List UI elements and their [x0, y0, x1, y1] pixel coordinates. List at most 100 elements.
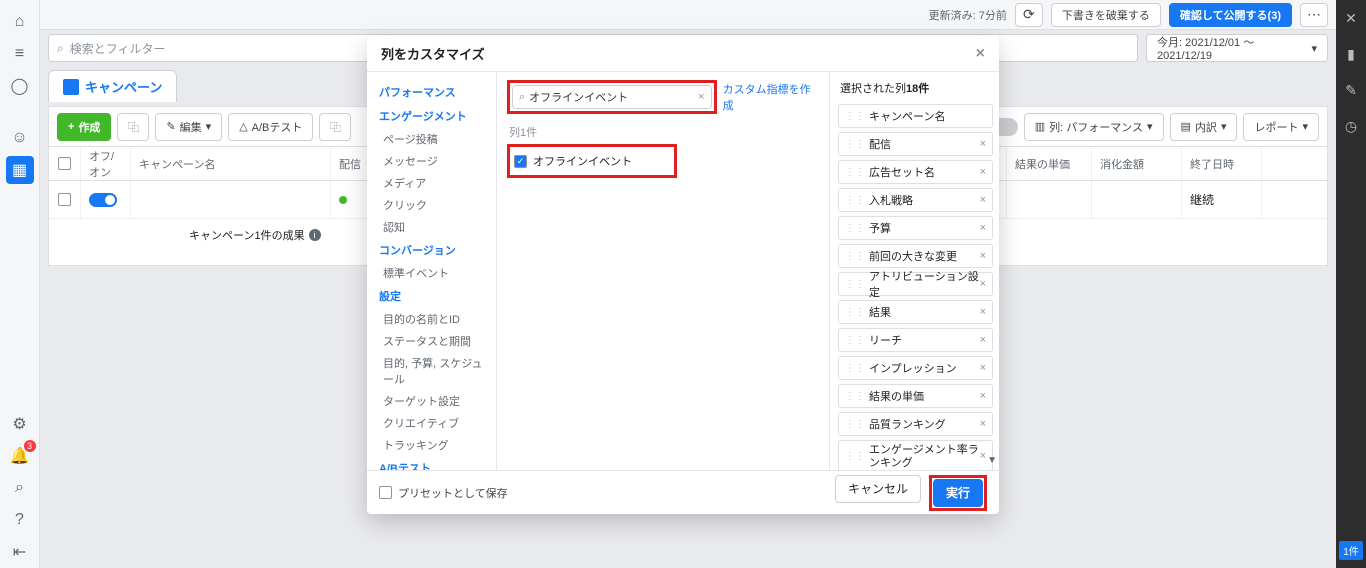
remove-icon[interactable]: × — [980, 194, 986, 206]
remove-icon[interactable]: × — [980, 334, 986, 346]
search-icon: ⌕ — [57, 41, 64, 56]
bell-icon[interactable]: 🔔 — [6, 442, 34, 470]
edit-button[interactable]: ✎ 編集 ▾ — [155, 113, 222, 141]
date-range[interactable]: 今月: 2021/12/01 ～ 2021/12/19 ▾ — [1146, 34, 1328, 62]
th-unit[interactable]: 結果の単価 — [1007, 147, 1092, 180]
abtest-button[interactable]: △ A/Bテスト — [228, 113, 313, 141]
selected-item[interactable]: ⋮⋮リーチ× — [838, 328, 993, 352]
selected-item[interactable]: ⋮⋮前回の大きな変更× — [838, 244, 993, 268]
checkbox-all[interactable] — [58, 157, 71, 170]
preset-checkbox[interactable] — [379, 486, 392, 499]
th-name[interactable]: キャンペーン名 — [131, 147, 331, 180]
clear-icon[interactable]: × — [698, 91, 704, 103]
checkbox-checked[interactable]: ✓ — [514, 155, 527, 168]
menu-icon[interactable]: ≡ — [6, 40, 34, 68]
smile-icon[interactable]: ☺ — [6, 124, 34, 152]
sub-item[interactable]: クリック — [367, 194, 496, 216]
create-button[interactable]: + 作成 — [57, 113, 111, 141]
edit-icon[interactable]: ✎ — [1337, 76, 1365, 104]
remove-icon[interactable]: × — [980, 418, 986, 430]
remove-icon[interactable]: × — [980, 306, 986, 318]
clock-icon[interactable]: ◷ — [1337, 112, 1365, 140]
execute-button[interactable]: 実行 — [933, 479, 983, 507]
remove-icon[interactable]: × — [980, 390, 986, 402]
selected-item[interactable]: ⋮⋮品質ランキング× — [838, 412, 993, 436]
toggle-on[interactable] — [89, 193, 117, 207]
sub-item[interactable]: ターゲット設定 — [367, 390, 496, 412]
sub-item[interactable]: ステータスと期間 — [367, 330, 496, 352]
info-icon: i — [309, 229, 321, 241]
collapse-icon[interactable]: ⇤ — [6, 538, 34, 566]
search-icon[interactable]: ⌕ — [6, 474, 34, 502]
tab-campaigns[interactable]: キャンペーン — [48, 70, 177, 102]
result-item[interactable]: ✓ オフラインイベント — [514, 153, 670, 169]
cat-abtest[interactable]: A/Bテスト — [367, 456, 496, 470]
remove-icon[interactable]: × — [980, 278, 986, 290]
copy-button[interactable]: ⿻ — [319, 113, 351, 141]
sub-item[interactable]: ページ投稿 — [367, 128, 496, 150]
cancel-button[interactable]: キャンセル — [835, 475, 921, 503]
remove-icon[interactable]: × — [980, 222, 986, 234]
cat-settings[interactable]: 設定 — [367, 284, 496, 308]
chevron-down-icon: ▾ — [1311, 42, 1317, 55]
search-placeholder: 検索とフィルター — [70, 40, 166, 57]
remove-icon[interactable]: × — [980, 362, 986, 374]
selected-item[interactable]: ⋮⋮キャンペーン名 — [838, 104, 993, 128]
selected-item[interactable]: ⋮⋮配信× — [838, 132, 993, 156]
chevron-down-icon[interactable]: ▼ — [987, 455, 997, 466]
remove-icon[interactable]: × — [980, 250, 986, 262]
breakdown-button[interactable]: ▤ 内訳 ▾ — [1170, 113, 1238, 141]
home-icon[interactable]: ⌂ — [6, 8, 34, 36]
sub-item[interactable]: 目的の名前とID — [367, 308, 496, 330]
close-icon[interactable]: × — [976, 45, 985, 63]
discard-button[interactable]: 下書きを破棄する — [1051, 3, 1161, 27]
selected-item[interactable]: ⋮⋮予算× — [838, 216, 993, 240]
report-button[interactable]: レポート ▾ — [1243, 113, 1319, 141]
gear-icon[interactable]: ⚙ — [6, 410, 34, 438]
remove-icon[interactable]: × — [980, 138, 986, 150]
column-search-input[interactable]: ⌕ オフラインイベント × — [512, 85, 712, 109]
sub-item[interactable]: メッセージ — [367, 150, 496, 172]
grid-icon[interactable]: ▦ — [6, 156, 34, 184]
selected-item[interactable]: ⋮⋮結果の単価× — [838, 384, 993, 408]
selected-item[interactable]: ⋮⋮アトリビューション設定× — [838, 272, 993, 296]
preset-label: プリセットとして保存 — [398, 485, 508, 501]
custom-metric-link[interactable]: カスタム指標を作成 — [723, 81, 819, 113]
sub-item[interactable]: メディア — [367, 172, 496, 194]
folder-icon — [63, 79, 79, 95]
customize-columns-modal: 列をカスタマイズ × パフォーマンス エンゲージメント ページ投稿 メッセージ … — [367, 36, 999, 514]
help-icon[interactable]: ? — [6, 506, 34, 534]
highlight-result: ✓ オフラインイベント — [507, 144, 677, 178]
selected-item[interactable]: ⋮⋮入札戦略× — [838, 188, 993, 212]
selected-item[interactable]: ⋮⋮結果× — [838, 300, 993, 324]
more-button[interactable]: ⋯ — [1300, 3, 1328, 27]
avatar-icon[interactable]: ◯ — [6, 72, 34, 100]
columns-button[interactable]: ▥ 列: パフォーマンス ▾ — [1024, 113, 1164, 141]
sub-item[interactable]: 標準イベント — [367, 262, 496, 284]
status-dot — [339, 196, 347, 204]
cat-performance[interactable]: パフォーマンス — [367, 80, 496, 104]
selected-item[interactable]: ⋮⋮エンゲージメント率ランキング× — [838, 440, 993, 470]
selected-item[interactable]: ⋮⋮広告セット名× — [838, 160, 993, 184]
publish-button[interactable]: 確認して公開する(3) — [1169, 3, 1292, 27]
close-panel-icon[interactable]: ✕ — [1337, 4, 1365, 32]
sub-item[interactable]: 認知 — [367, 216, 496, 238]
refresh-button[interactable]: ⟳ — [1015, 3, 1043, 27]
remove-icon[interactable]: × — [980, 450, 986, 463]
duplicate-button[interactable]: ⿻ — [117, 113, 149, 141]
cat-engagement[interactable]: エンゲージメント — [367, 104, 496, 128]
modal-title: 列をカスタマイズ — [381, 44, 485, 63]
selected-item[interactable]: ⋮⋮インプレッション× — [838, 356, 993, 380]
chart-icon[interactable]: ▮ — [1337, 40, 1365, 68]
th-end[interactable]: 終了日時 — [1182, 147, 1262, 180]
cat-conversion[interactable]: コンバージョン — [367, 238, 496, 262]
th-spend[interactable]: 消化金額 — [1092, 147, 1182, 180]
sub-item[interactable]: トラッキング — [367, 434, 496, 456]
th-onoff[interactable]: オフ/オン — [81, 147, 131, 180]
remove-icon[interactable]: × — [980, 166, 986, 178]
search-icon: ⌕ — [519, 91, 525, 104]
sub-item[interactable]: 目的, 予算, スケジュール — [367, 352, 496, 390]
checkbox-row[interactable] — [58, 193, 71, 206]
highlight-search: ⌕ オフラインイベント × — [507, 80, 717, 114]
sub-item[interactable]: クリエイティブ — [367, 412, 496, 434]
